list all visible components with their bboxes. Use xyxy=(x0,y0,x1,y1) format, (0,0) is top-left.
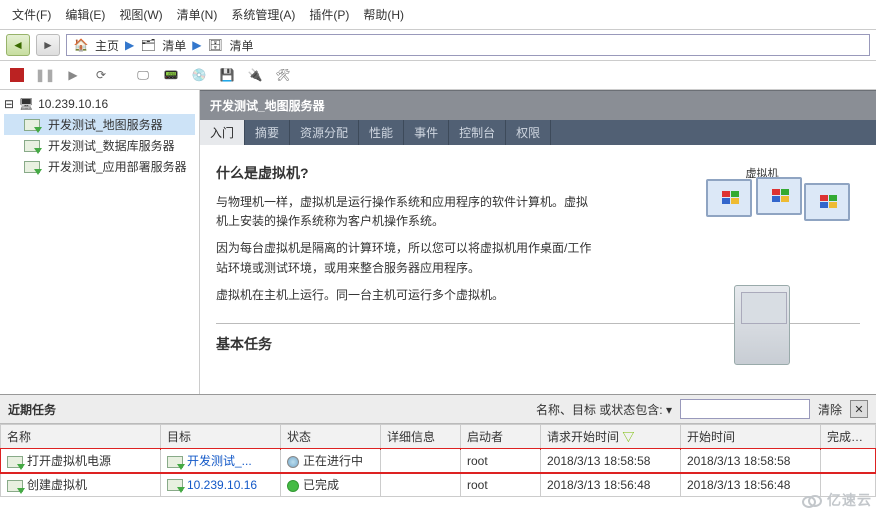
menu-plugins[interactable]: 插件(P) xyxy=(305,4,353,25)
whatvm-p3: 虚拟机在主机上运行。同一台主机可运行多个虚拟机。 xyxy=(216,286,596,305)
close-panel-button[interactable]: ✕ xyxy=(850,400,868,418)
table-row[interactable]: 打开虚拟机电源开发测试_...正在进行中root2018/3/13 18:58:… xyxy=(1,449,876,473)
tabs: 入门 摘要 资源分配 性能 事件 控制台 权限 xyxy=(200,120,876,145)
col-target[interactable]: 目标 xyxy=(161,425,281,449)
col-initiator[interactable]: 启动者 xyxy=(461,425,541,449)
content-panel: 开发测试_地图服务器 入门 摘要 资源分配 性能 事件 控制台 权限 什么是虚拟… xyxy=(200,90,876,394)
tasks-table: 名称 目标 状态 详细信息 启动者 请求开始时间 ▽ 开始时间 完成时间 打开虚… xyxy=(0,424,876,497)
addr-inv1[interactable]: 清单 xyxy=(162,37,186,54)
filter-input[interactable] xyxy=(680,399,810,419)
address-bar[interactable]: 🏠 主页 ▶ 🗂 清单 ▶ 🗄 清单 xyxy=(66,34,870,56)
content-body: 什么是虚拟机? 与物理机一样，虚拟机是运行操作系统和应用程序的软件计算机。虚拟机… xyxy=(200,145,876,394)
host-icon: 🖥 xyxy=(18,96,34,112)
server-tower-icon xyxy=(734,285,790,365)
tree-vm-label: 开发测试_应用部署服务器 xyxy=(48,158,187,175)
col-details[interactable]: 详细信息 xyxy=(381,425,461,449)
task-icon xyxy=(7,456,23,468)
collapse-icon[interactable]: ⊟ xyxy=(4,97,14,111)
clear-button[interactable]: 清除 xyxy=(818,401,842,418)
snapshot-button[interactable]: 📟 xyxy=(160,65,182,85)
target-link[interactable]: 10.239.10.16 xyxy=(187,478,257,492)
tasks-title: 近期任务 xyxy=(8,401,56,418)
target-icon xyxy=(167,479,183,491)
filter-label: 名称、目标 或状态包含: ▾ xyxy=(536,401,672,418)
tree-vm-0[interactable]: 开发测试_地图服务器 xyxy=(4,114,195,135)
monitor-icon xyxy=(756,177,802,215)
chevron-right-icon: ▶ xyxy=(192,38,201,52)
tab-getting-started[interactable]: 入门 xyxy=(200,120,245,145)
col-start-time[interactable]: 开始时间 xyxy=(681,425,821,449)
stop-icon xyxy=(10,68,24,82)
col-name[interactable]: 名称 xyxy=(1,425,161,449)
whatvm-p2: 因为每台虚拟机是隔离的计算环境，所以您可以将虚拟机用作桌面/工作站环境或测试环境… xyxy=(216,239,596,277)
poweroff-button[interactable] xyxy=(6,65,28,85)
inventory-tree: ⊟ 🖥 10.239.10.16 开发测试_地图服务器 开发测试_数据库服务器 … xyxy=(0,90,200,394)
vm-icon xyxy=(24,161,40,173)
vm-icon xyxy=(24,140,40,152)
cd-button[interactable]: 💿 xyxy=(188,65,210,85)
play-button[interactable]: ▶ xyxy=(62,65,84,85)
task-icon xyxy=(7,480,23,492)
tree-vm-label: 开发测试_数据库服务器 xyxy=(48,137,175,154)
tree-vm-1[interactable]: 开发测试_数据库服务器 xyxy=(4,135,195,156)
menu-file[interactable]: 文件(F) xyxy=(8,4,55,25)
sort-desc-icon: ▽ xyxy=(622,430,634,444)
col-end-time[interactable]: 完成时间 xyxy=(821,425,876,449)
chevron-right-icon: ▶ xyxy=(125,38,134,52)
tab-summary[interactable]: 摘要 xyxy=(245,120,290,145)
tree-vm-2[interactable]: 开发测试_应用部署服务器 xyxy=(4,156,195,177)
addr-inv2[interactable]: 清单 xyxy=(230,37,254,54)
forward-button[interactable]: ► xyxy=(36,34,60,56)
menu-edit[interactable]: 编辑(E) xyxy=(61,4,109,25)
addr-home[interactable]: 主页 xyxy=(95,37,119,54)
tree-host-label: 10.239.10.16 xyxy=(38,97,108,111)
status-icon xyxy=(287,456,299,468)
content-title: 开发测试_地图服务器 xyxy=(200,90,876,120)
tab-permissions[interactable]: 权限 xyxy=(506,120,551,145)
tree-vm-label: 开发测试_地图服务器 xyxy=(48,116,163,133)
monitor-icon xyxy=(804,183,850,221)
device-button[interactable]: 🔌 xyxy=(244,65,266,85)
inventory-icon: 🗂 xyxy=(140,37,156,53)
inventory-icon: 🗄 xyxy=(208,37,224,53)
target-link[interactable]: 开发测试_... xyxy=(187,454,252,468)
vm-illustration: 虚拟机 xyxy=(662,165,862,365)
whatvm-p1: 与物理机一样，虚拟机是运行操作系统和应用程序的软件计算机。虚拟机上安装的操作系统… xyxy=(216,193,596,231)
back-button[interactable]: ◄ xyxy=(6,34,30,56)
status-icon xyxy=(287,480,299,492)
target-icon xyxy=(167,456,183,468)
menu-help[interactable]: 帮助(H) xyxy=(359,4,408,25)
menu-inventory[interactable]: 清单(N) xyxy=(173,4,222,25)
col-status[interactable]: 状态 xyxy=(281,425,381,449)
floppy-button[interactable]: 💾 xyxy=(216,65,238,85)
console-button[interactable]: 🖵 xyxy=(132,65,154,85)
tab-console[interactable]: 控制台 xyxy=(449,120,506,145)
menu-sysadmin[interactable]: 系统管理(A) xyxy=(227,4,299,25)
menubar: 文件(F) 编辑(E) 视图(W) 清单(N) 系统管理(A) 插件(P) 帮助… xyxy=(0,0,876,30)
tab-performance[interactable]: 性能 xyxy=(359,120,404,145)
monitor-icon xyxy=(706,179,752,217)
pause-button[interactable]: ❚❚ xyxy=(34,65,56,85)
tasks-header: 近期任务 名称、目标 或状态包含: ▾ 清除 ✕ xyxy=(0,395,876,424)
settings-button[interactable]: 🛠 xyxy=(272,65,294,85)
menu-view[interactable]: 视图(W) xyxy=(115,4,166,25)
table-row[interactable]: 创建虚拟机10.239.10.16已完成root2018/3/13 18:56:… xyxy=(1,473,876,497)
navbar: ◄ ► 🏠 主页 ▶ 🗂 清单 ▶ 🗄 清单 xyxy=(0,30,876,61)
home-icon[interactable]: 🏠 xyxy=(73,37,89,53)
vm-toolbar: ❚❚ ▶ ⟳ 🖵 📟 💿 💾 🔌 🛠 xyxy=(0,61,876,90)
col-req-time[interactable]: 请求开始时间 ▽ xyxy=(541,425,681,449)
tab-events[interactable]: 事件 xyxy=(404,120,449,145)
tree-host[interactable]: ⊟ 🖥 10.239.10.16 xyxy=(4,94,195,114)
reset-button[interactable]: ⟳ xyxy=(90,65,112,85)
tasks-header-row: 名称 目标 状态 详细信息 启动者 请求开始时间 ▽ 开始时间 完成时间 xyxy=(1,425,876,449)
vm-icon xyxy=(24,119,40,131)
tab-resource[interactable]: 资源分配 xyxy=(290,120,359,145)
